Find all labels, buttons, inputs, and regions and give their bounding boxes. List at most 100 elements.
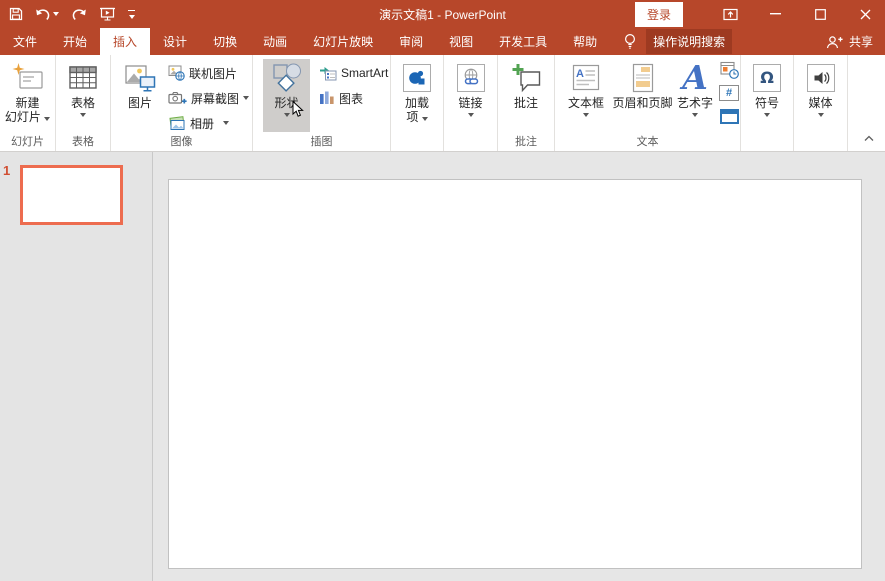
object-icon	[720, 109, 739, 124]
start-slideshow-button[interactable]	[99, 7, 116, 21]
table-label: 表格	[71, 96, 95, 110]
tell-me-search[interactable]: 操作说明搜索	[646, 29, 732, 54]
new-slide-label-line1: 新建	[15, 96, 39, 110]
picture-button[interactable]: 图片	[117, 59, 163, 110]
slide-editor-area	[153, 152, 885, 581]
comment-button[interactable]: 批注	[498, 59, 554, 110]
picture-label: 图片	[128, 96, 152, 110]
addins-button[interactable]: 加载 项	[391, 59, 443, 124]
close-button[interactable]	[851, 0, 879, 28]
slide-number-button[interactable]: #	[716, 82, 742, 104]
comment-icon	[511, 60, 541, 95]
online-pictures-button[interactable]: 联机图片	[165, 61, 252, 85]
sign-in-button[interactable]: 登录	[635, 2, 683, 27]
slideshow-icon	[99, 7, 116, 21]
qat-customize-icon	[128, 10, 135, 11]
symbol-button[interactable]: Ω 符号	[741, 59, 793, 117]
save-button[interactable]	[9, 7, 23, 21]
wordart-label: 艺术字	[677, 96, 713, 110]
tab-slideshow[interactable]: 幻灯片放映	[300, 28, 386, 55]
slide-thumbnail[interactable]	[20, 165, 123, 225]
smartart-button[interactable]: SmartArt	[316, 61, 391, 85]
redo-button[interactable]	[71, 8, 87, 21]
slide-number-icon: #	[719, 85, 739, 101]
maximize-icon	[815, 9, 826, 20]
dropdown-arrow-icon	[243, 96, 249, 100]
tab-help[interactable]: 帮助	[560, 28, 610, 55]
tab-file[interactable]: 文件	[0, 28, 50, 55]
tab-insert[interactable]: 插入	[100, 28, 150, 55]
table-icon	[69, 60, 97, 95]
wordart-button[interactable]: A 艺术字	[674, 59, 716, 117]
maximize-button[interactable]	[806, 0, 834, 28]
ribbon-tab-row: 文件 开始 插入 设计 切换 动画 幻灯片放映 审阅 视图 开发工具 帮助 操作…	[0, 28, 885, 55]
screenshot-button[interactable]: 屏幕截图	[165, 86, 252, 110]
screenshot-icon	[168, 91, 187, 105]
group-addins: 加载 项	[391, 55, 444, 151]
link-button[interactable]: 链接	[444, 59, 497, 117]
media-button[interactable]: 媒体	[794, 59, 847, 117]
group-images: 图片 联机图片 屏幕截图 相册 图像	[111, 55, 253, 151]
workspace: 1	[0, 152, 885, 581]
tab-review[interactable]: 审阅	[386, 28, 436, 55]
shapes-icon	[271, 60, 303, 95]
svg-text:A: A	[576, 68, 584, 80]
dropdown-arrow-icon	[80, 113, 86, 117]
chevron-up-icon	[863, 134, 875, 142]
new-slide-button[interactable]: 新建 幻灯片	[0, 59, 55, 124]
date-time-icon	[720, 61, 739, 79]
dropdown-arrow-icon	[129, 15, 135, 19]
tab-transitions[interactable]: 切换	[200, 28, 250, 55]
dropdown-arrow-icon	[818, 113, 824, 117]
object-button[interactable]	[716, 105, 742, 127]
ribbon-display-options-button[interactable]	[716, 0, 744, 28]
group-text: A 文本框 页眉和页脚 A 艺术字 # 文本	[555, 55, 741, 151]
tab-home[interactable]: 开始	[50, 28, 100, 55]
tab-view[interactable]: 视图	[436, 28, 486, 55]
dropdown-arrow-icon	[583, 113, 589, 117]
save-icon	[9, 7, 23, 21]
dropdown-arrow-icon	[44, 117, 50, 121]
group-comments: 批注 批注	[498, 55, 555, 151]
group-tables: 表格 表格	[56, 55, 111, 151]
photo-album-button[interactable]: 相册	[165, 111, 252, 135]
speaker-icon	[807, 64, 835, 92]
shapes-button[interactable]: 形状	[263, 59, 310, 132]
slide-canvas[interactable]	[168, 179, 862, 569]
group-label-slides: 幻灯片	[0, 133, 55, 149]
minimize-button[interactable]	[761, 0, 789, 28]
ribbon: 新建 幻灯片 幻灯片 表格 表格 图片 联机图片	[0, 55, 885, 152]
tab-animations[interactable]: 动画	[250, 28, 300, 55]
mouse-cursor-icon	[292, 101, 304, 122]
date-time-button[interactable]	[716, 59, 742, 81]
header-footer-button[interactable]: 页眉和页脚	[611, 59, 674, 110]
chart-button[interactable]: 图表	[316, 86, 391, 110]
chart-icon	[319, 91, 335, 105]
undo-button[interactable]	[35, 8, 59, 21]
text-box-button[interactable]: A 文本框	[561, 59, 611, 117]
new-slide-label-line2: 幻灯片	[5, 110, 50, 124]
table-button[interactable]: 表格	[56, 59, 110, 117]
group-label-comments: 批注	[498, 133, 554, 149]
close-icon	[860, 9, 871, 20]
addins-label-line1: 加载	[405, 96, 429, 110]
dropdown-arrow-icon	[223, 121, 229, 125]
picture-icon	[124, 60, 156, 95]
screenshot-label: 屏幕截图	[191, 90, 239, 107]
new-slide-icon	[12, 60, 44, 95]
collapse-ribbon-button[interactable]	[863, 129, 875, 147]
omega-icon: Ω	[753, 64, 781, 92]
undo-icon	[35, 8, 51, 21]
text-box-label: 文本框	[568, 96, 604, 110]
redo-icon	[71, 8, 87, 21]
symbol-label: 符号	[755, 96, 779, 110]
wordart-icon: A	[682, 61, 708, 94]
tab-design[interactable]: 设计	[150, 28, 200, 55]
customize-qat-button[interactable]	[128, 10, 135, 19]
chart-label: 图表	[339, 90, 363, 107]
group-slides: 新建 幻灯片 幻灯片	[0, 55, 56, 151]
tab-developer[interactable]: 开发工具	[486, 28, 560, 55]
header-footer-icon	[632, 60, 654, 95]
share-button[interactable]: 共享	[826, 28, 873, 55]
online-pictures-label: 联机图片	[189, 65, 237, 82]
